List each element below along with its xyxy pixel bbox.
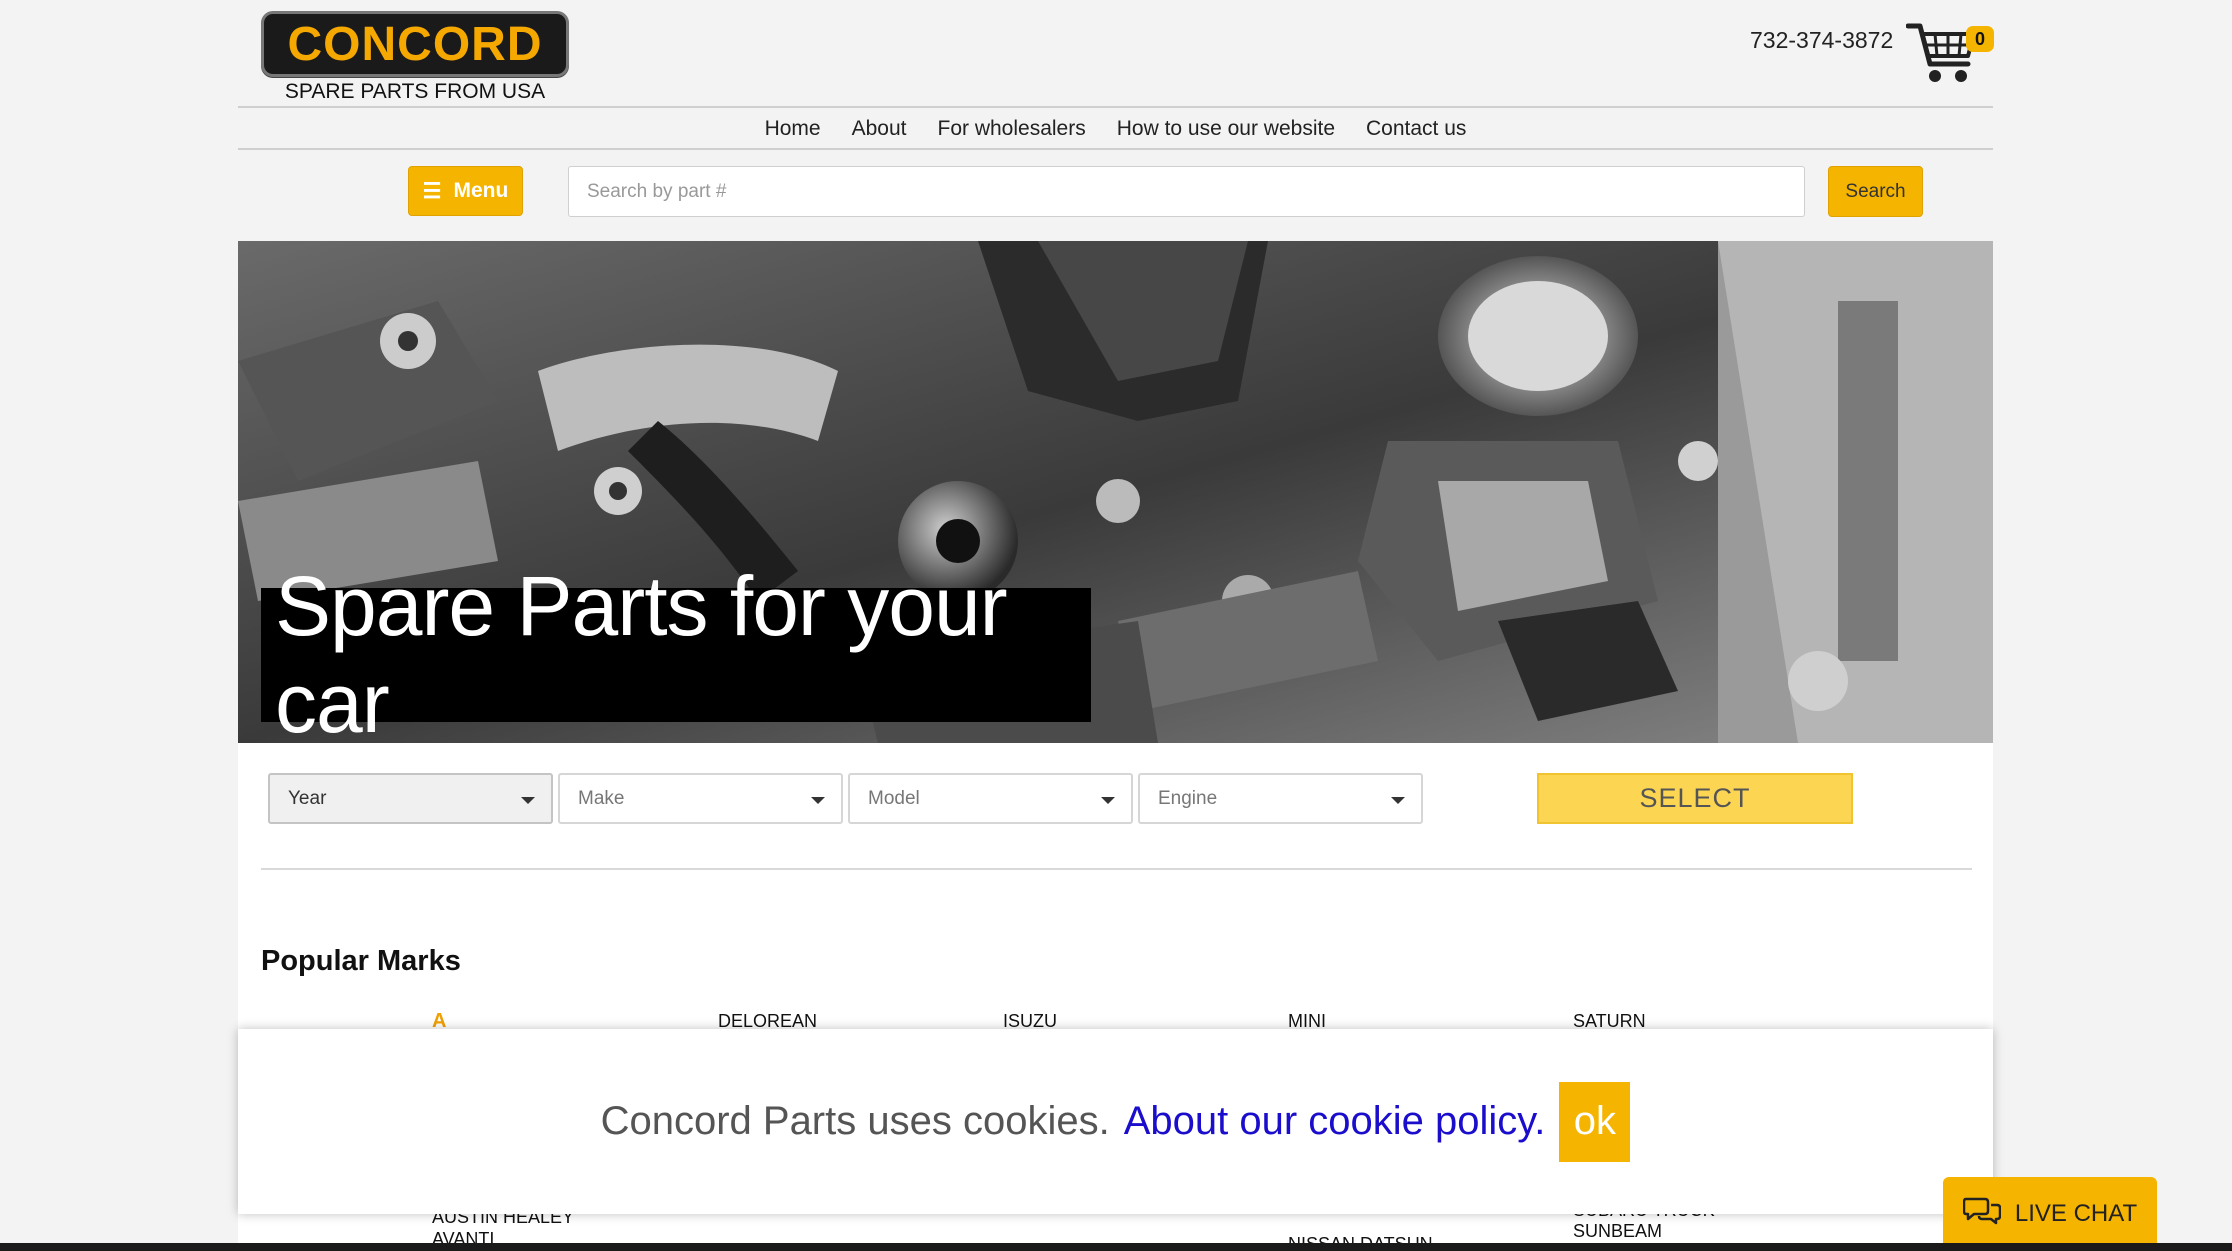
select-vehicle-button[interactable]: SELECT	[1537, 773, 1853, 824]
mark-link[interactable]: SUNBEAM	[1573, 1221, 1662, 1242]
engine-select[interactable]: Engine	[1138, 773, 1423, 824]
engine-select-value: Engine	[1158, 787, 1218, 809]
nav-about[interactable]: About	[852, 110, 907, 148]
menu-button[interactable]: ☰ Menu	[408, 166, 523, 216]
nav-how-to-use[interactable]: How to use our website	[1117, 110, 1335, 148]
cookie-ok-button[interactable]: ok	[1559, 1081, 1631, 1162]
popular-marks-heading: Popular Marks	[261, 945, 461, 977]
nav-wholesalers[interactable]: For wholesalers	[938, 110, 1086, 148]
chevron-down-icon	[1101, 797, 1115, 804]
search-input[interactable]	[568, 166, 1805, 217]
make-select-value: Make	[578, 787, 625, 809]
hero-title: Spare Parts for your car	[261, 559, 1091, 750]
chevron-down-icon	[521, 797, 535, 804]
selector-divider	[261, 868, 1972, 870]
live-chat-button[interactable]: LIVE CHAT	[1943, 1177, 2157, 1251]
model-select[interactable]: Model	[848, 773, 1133, 824]
menu-label: Menu	[453, 179, 509, 202]
nav-contact[interactable]: Contact us	[1366, 110, 1466, 148]
make-select[interactable]: Make	[558, 773, 843, 824]
main-nav: Home About For wholesalers How to use ou…	[238, 110, 1993, 148]
live-chat-label: LIVE CHAT	[2014, 1200, 2138, 1227]
chevron-down-icon	[811, 797, 825, 804]
logo-tagline: SPARE PARTS FROM USA	[284, 80, 546, 103]
year-select[interactable]: Year	[268, 773, 553, 824]
cookie-banner: Concord Parts uses cookies. About our co…	[238, 1029, 1993, 1214]
concord-logo[interactable]: CONCORD	[261, 11, 569, 77]
nav-home[interactable]: Home	[765, 110, 821, 148]
search-button[interactable]: Search	[1828, 166, 1923, 217]
chat-bubbles-icon	[1962, 1196, 2002, 1233]
header-divider	[238, 106, 1993, 108]
nav-divider	[238, 148, 1993, 150]
cookie-message: Concord Parts uses cookies.	[600, 1099, 1110, 1143]
logo-text: CONCORD	[287, 17, 543, 71]
chevron-down-icon	[1391, 797, 1405, 804]
cookie-policy-link[interactable]: About our cookie policy.	[1124, 1099, 1546, 1144]
bottom-bar	[0, 1243, 2232, 1251]
model-select-value: Model	[868, 787, 920, 809]
hamburger-icon: ☰	[422, 179, 442, 203]
year-select-value: Year	[288, 787, 327, 809]
cart-count-badge: 0	[1966, 26, 1994, 52]
phone-number[interactable]: 732-374-3872	[1750, 27, 1893, 54]
